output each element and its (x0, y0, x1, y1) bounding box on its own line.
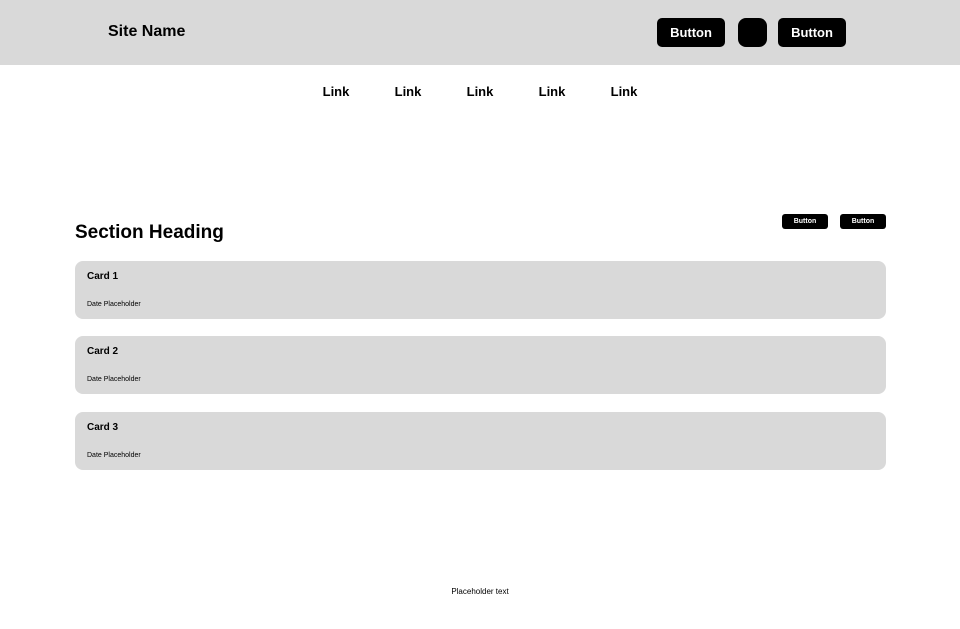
card-date: Date Placeholder (87, 376, 141, 383)
avatar[interactable] (738, 18, 767, 47)
card-3[interactable]: Card 3 Date Placeholder (75, 412, 886, 470)
nav-link-3[interactable]: Link (444, 83, 516, 101)
site-name[interactable]: Site Name (108, 22, 185, 42)
section-button-2[interactable]: Button (840, 214, 886, 229)
card-title: Card 3 (87, 422, 119, 433)
footer-text: Placeholder text (451, 587, 509, 596)
card-date: Date Placeholder (87, 452, 141, 459)
page: Site Name Button Button Link Link Link L… (0, 0, 960, 629)
card-title: Card 2 (87, 346, 119, 357)
header-bar: Site Name Button Button (0, 0, 960, 65)
nav-link-4[interactable]: Link (516, 83, 588, 101)
card-2[interactable]: Card 2 Date Placeholder (75, 336, 886, 394)
nav-link-5[interactable]: Link (588, 83, 660, 101)
nav-bar: Link Link Link Link Link (300, 83, 660, 101)
nav-link-2[interactable]: Link (372, 83, 444, 101)
card-date: Date Placeholder (87, 301, 141, 308)
header-button-1[interactable]: Button (657, 18, 725, 47)
nav-link-1[interactable]: Link (300, 83, 372, 101)
section-heading: Section Heading (75, 222, 224, 243)
card-1[interactable]: Card 1 Date Placeholder (75, 261, 886, 319)
section-button-1[interactable]: Button (782, 214, 828, 229)
card-title: Card 1 (87, 271, 119, 282)
header-button-2[interactable]: Button (778, 18, 846, 47)
